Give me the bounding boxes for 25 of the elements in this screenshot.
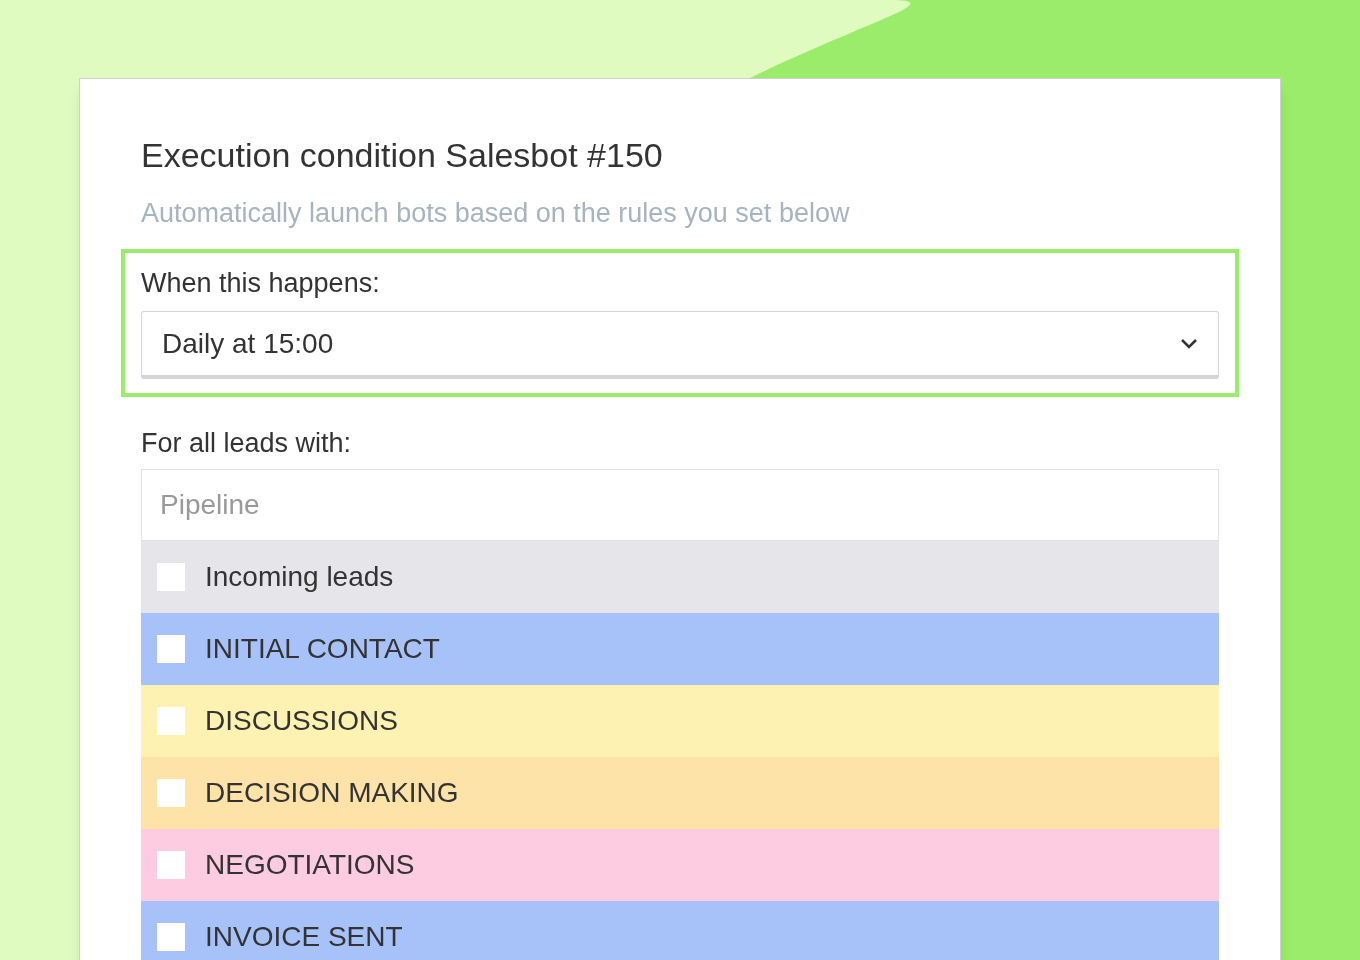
chevron-down-icon: [1180, 337, 1198, 350]
checkbox[interactable]: [157, 563, 185, 591]
pipeline-stage-row[interactable]: Incoming leads: [141, 541, 1219, 613]
pipeline-stage-row[interactable]: NEGOTIATIONS: [141, 829, 1219, 901]
checkbox[interactable]: [157, 923, 185, 951]
stage-label: NEGOTIATIONS: [205, 848, 415, 882]
stage-label: DISCUSSIONS: [205, 704, 398, 738]
filter-label: For all leads with:: [141, 427, 353, 459]
pipeline-search-field[interactable]: Pipeline: [141, 469, 1219, 541]
checkbox[interactable]: [157, 707, 185, 735]
checkbox[interactable]: [157, 635, 185, 663]
checkbox[interactable]: [157, 779, 185, 807]
pipeline-stage-row[interactable]: DECISION MAKING: [141, 757, 1219, 829]
trigger-label: When this happens:: [141, 267, 381, 299]
dialog-title: Execution condition Salesbot #150: [141, 135, 664, 176]
stage-label: DECISION MAKING: [205, 776, 459, 810]
stage-label: INITIAL CONTACT: [205, 632, 440, 666]
checkbox[interactable]: [157, 851, 185, 879]
pipeline-stage-row[interactable]: DISCUSSIONS: [141, 685, 1219, 757]
pipeline-stage-row[interactable]: INITIAL CONTACT: [141, 613, 1219, 685]
stage-label: Incoming leads: [205, 560, 394, 594]
trigger-select[interactable]: Daily at 15:00: [141, 311, 1219, 379]
stage-label: INVOICE SENT: [205, 920, 403, 954]
dialog-subtitle: Automatically launch bots based on the rules you set below: [141, 197, 851, 229]
pipeline-stage-row[interactable]: INVOICE SENT: [141, 901, 1219, 960]
